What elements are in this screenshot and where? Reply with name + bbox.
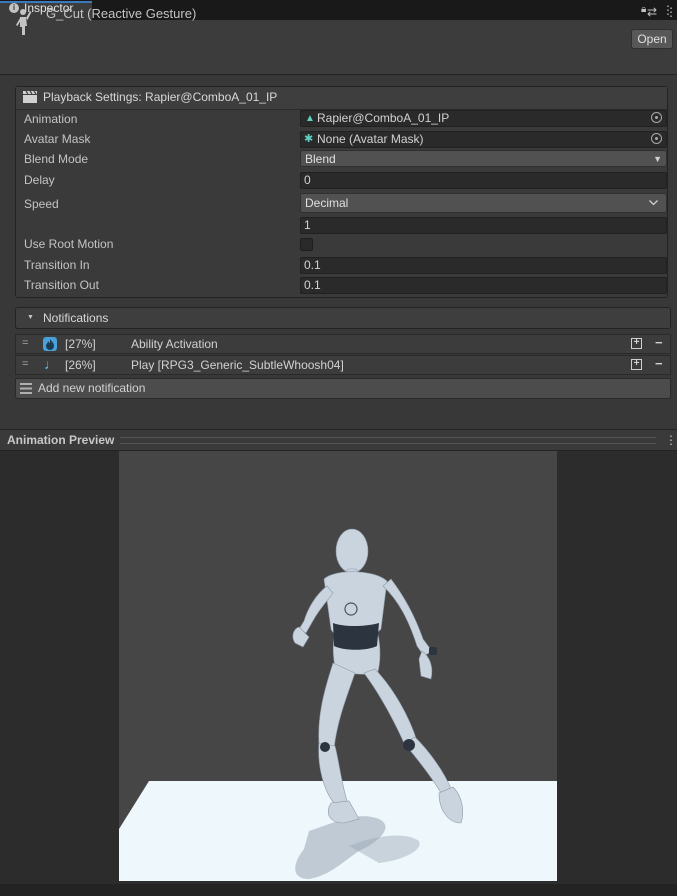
remove-minus-icon[interactable]: − [655,335,663,350]
delay-label: Delay [24,173,55,187]
page-title: G_Cut (Reactive Gesture) [46,6,197,21]
notification-name: Ability Activation [131,337,218,351]
notification-name: Play [RPG3_Generic_SubtleWhoosh04] [131,358,344,372]
delay-input[interactable]: 0 [300,172,667,189]
blend-mode-value: Blend [305,152,336,166]
avatar-mask-value: None (Avatar Mask) [317,132,424,146]
dropdown-arrow-icon: ▼ [653,154,662,164]
flame-icon [43,337,57,351]
bottom-edge [0,884,677,896]
open-button[interactable]: Open [631,29,673,49]
lock-icon[interactable]: 🔒︎ [641,4,646,15]
transition-in-label: Transition In [24,258,90,272]
expand-plus-icon[interactable]: + [631,359,642,370]
gesture-figure-icon [16,9,32,35]
animation-preview-title: Animation Preview [7,433,115,447]
transition-in-input[interactable]: 0.1 [300,257,667,274]
music-note-icon: ♩ [44,356,58,372]
mannequin-figure [292,528,464,824]
drag-handle-icon[interactable]: = [22,337,28,349]
animation-object-field[interactable]: ▲ Rapier@ComboA_01_IP [300,110,667,127]
playback-settings-title: Playback Settings: Rapier@ComboA_01_IP [43,90,278,104]
blend-mode-label: Blend Mode [24,152,89,166]
use-root-motion-checkbox[interactable] [300,238,313,251]
clapperboard-icon [23,91,37,103]
add-new-notification-label: Add new notification [38,381,146,395]
transition-out-input[interactable]: 0.1 [300,277,667,294]
transition-out-label: Transition Out [24,278,99,292]
notifications-title: Notifications [43,311,109,325]
animation-value: Rapier@ComboA_01_IP [317,111,450,125]
drag-bar-lines [120,437,656,444]
remove-minus-icon[interactable]: − [655,356,663,371]
header-menu-icon[interactable]: ⋮ [665,5,677,19]
notification-percent: [27%] [65,337,96,351]
blend-mode-dropdown[interactable]: Blend ▼ [300,150,667,167]
use-root-motion-label: Use Root Motion [24,237,114,251]
avatar-mask-label: Avatar Mask [24,132,91,146]
avatar-mask-object-field[interactable]: ✱ None (Avatar Mask) [300,131,667,148]
animation-label: Animation [24,112,78,126]
character-preview [119,528,557,881]
speed-value-input[interactable]: 1 [300,217,667,234]
object-picker-icon[interactable] [651,112,662,123]
foldout-triangle-icon[interactable]: ▼ [27,314,34,321]
notification-row[interactable] [15,334,671,354]
settings-sliders-icon[interactable]: ⇄ [647,5,657,19]
notifications-foldout[interactable] [15,307,671,329]
speed-mode-dropdown[interactable]: Decimal [300,193,667,213]
expand-plus-icon[interactable]: + [631,338,642,349]
inspector-header [0,20,677,75]
avatar-mask-icon: ✱ [304,133,314,145]
chevron-down-icon [649,200,658,206]
drag-handle-icon[interactable]: = [22,358,28,370]
notification-percent: [26%] [65,358,96,372]
speed-mode-value: Decimal [305,196,349,210]
animation-clip-icon: ▲ [305,113,315,124]
speed-label: Speed [24,197,59,211]
object-picker-icon[interactable] [651,133,662,144]
list-icon [20,383,32,394]
preview-menu-icon[interactable]: ⋮ [665,433,677,447]
